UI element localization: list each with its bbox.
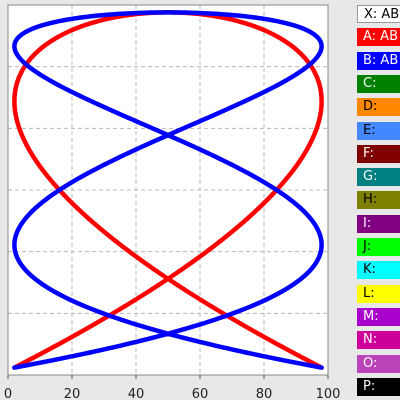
legend-item-p[interactable]: P:: [357, 377, 400, 396]
x-tick-label: 40: [128, 387, 145, 400]
legend-item-f[interactable]: F:: [357, 144, 400, 163]
legend-item-i[interactable]: I:: [357, 214, 400, 233]
legend-item-c[interactable]: C:: [357, 74, 400, 93]
x-tick-label: 60: [192, 387, 209, 400]
x-tick-label: 20: [64, 387, 81, 400]
legend-item-e[interactable]: E:: [357, 121, 400, 140]
x-axis: 0 20 40 60 80 100: [4, 375, 341, 400]
legend-item-h[interactable]: H:: [357, 191, 400, 210]
legend-item-g[interactable]: G:: [357, 168, 400, 187]
legend-item-b[interactable]: B: AB: [357, 51, 400, 70]
legend-item-a[interactable]: A: AB: [357, 28, 400, 47]
legend-item-o[interactable]: O:: [357, 354, 400, 373]
legend-item-n[interactable]: N:: [357, 331, 400, 350]
x-tick-label: 100: [316, 387, 341, 400]
x-tick-label: 0: [4, 387, 12, 400]
legend-item-j[interactable]: J:: [357, 238, 400, 256]
legend-item-d[interactable]: D:: [357, 98, 400, 117]
plot-area[interactable]: 0 20 40 60 80 100: [0, 0, 348, 400]
legend-item-x[interactable]: X: AB: [357, 5, 400, 23]
xy-chart: 0 20 40 60 80 100: [4, 4, 341, 400]
legend-item-m[interactable]: M:: [357, 307, 400, 326]
x-tick-label: 80: [256, 387, 273, 400]
legend-item-k[interactable]: K:: [357, 261, 400, 280]
legend-item-l[interactable]: L:: [357, 284, 400, 303]
channel-legend: X: AB A: AB B: AB C: D: E: F: G: H: I: J: K: L: M: N: O…: [355, 0, 400, 400]
